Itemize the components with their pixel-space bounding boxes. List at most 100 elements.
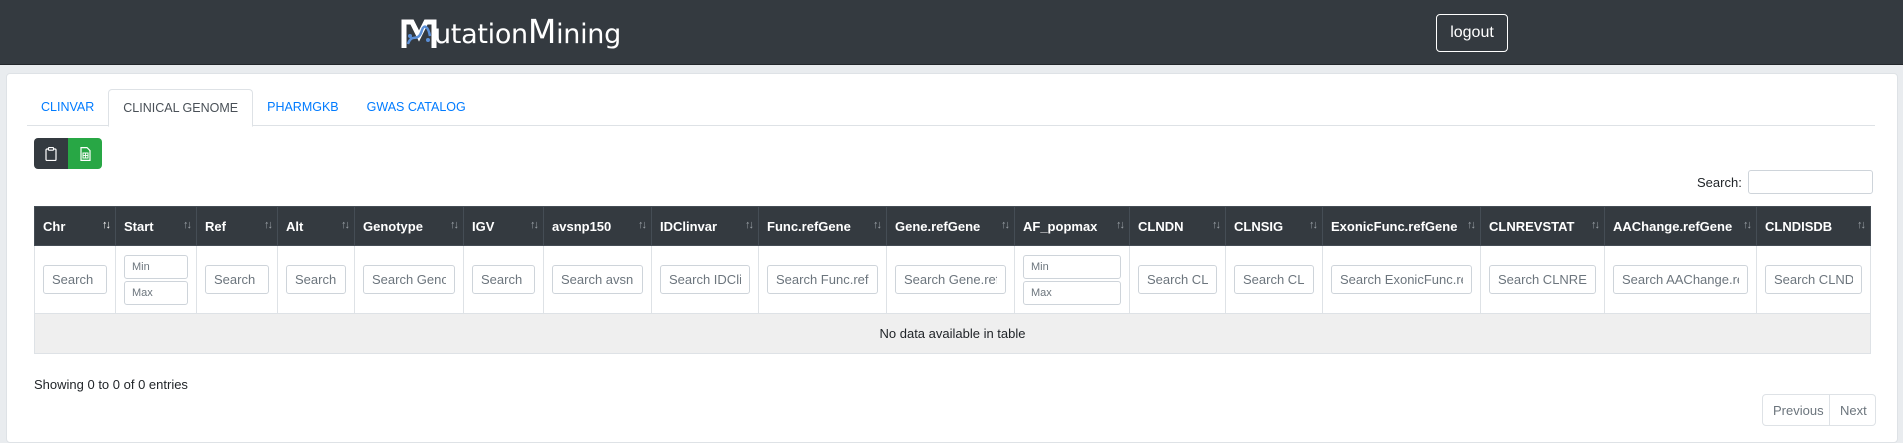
column-header-genotype[interactable]: Genotype ↑↓ [354, 206, 464, 246]
column-label: Ref [205, 218, 226, 234]
column-label: AF_popmax [1023, 218, 1098, 234]
column-label: CLNDN [1138, 218, 1184, 234]
logo-word-2: ining [556, 19, 621, 50]
column-label: AAChange.refGene [1613, 218, 1733, 234]
filter-min-start[interactable] [124, 254, 188, 279]
database-tabs: CLINVAR CLINICAL GENOME PHARMGKB GWAS CA… [27, 89, 1875, 127]
main-card: CLINVAR CLINICAL GENOME PHARMGKB GWAS CA… [6, 73, 1898, 443]
range-filter-start [124, 254, 188, 305]
empty-row: No data available in table [34, 313, 1871, 354]
column-label: ExonicFunc.refGene [1331, 218, 1458, 234]
column-header-avsnp150[interactable]: avsnp150 ↑↓ [543, 206, 652, 246]
filter-input-aachange-refgene[interactable] [1613, 265, 1748, 294]
sort-icon: ↑↓ [1467, 219, 1476, 231]
column-label: CLNDISDB [1765, 218, 1833, 234]
filter-input-func-refgene[interactable] [767, 265, 878, 294]
column-label: IDClinvar [660, 218, 718, 234]
sort-icon: ↑↓ [873, 219, 882, 231]
search-label: Search: [1697, 174, 1742, 190]
sort-icon: ↑↓ [638, 219, 647, 231]
spreadsheet-icon [79, 146, 91, 161]
column-header-gene-refgene[interactable]: Gene.refGene ↑↓ [886, 206, 1015, 246]
column-label: Chr [43, 218, 66, 234]
sort-icon: ↑↓ [1857, 219, 1866, 231]
range-filter-af-popmax [1023, 254, 1121, 305]
column-label: Gene.refGene [895, 218, 981, 234]
column-header-af-popmax[interactable]: AF_popmax ↑↓ [1014, 206, 1130, 246]
sort-icon: ↑↓ [183, 219, 192, 231]
tab-gwas-catalog[interactable]: GWAS CATALOG [353, 89, 480, 126]
sort-icon: ↑↓ [530, 219, 539, 231]
column-header-ref[interactable]: Ref ↑↓ [196, 206, 278, 246]
sort-icon: ↑↓ [264, 219, 273, 231]
logout-button[interactable]: logout [1436, 14, 1508, 52]
filter-input-chr[interactable] [43, 265, 107, 294]
search-input[interactable] [1747, 170, 1873, 194]
global-search: Search: [1697, 170, 1873, 194]
export-button-group [34, 138, 102, 169]
column-header-igv[interactable]: IGV ↑↓ [463, 206, 544, 246]
logo-text: MutationMining [434, 15, 621, 52]
filter-input-igv[interactable] [472, 265, 535, 294]
filter-input-clnsig[interactable] [1234, 265, 1314, 294]
clipboard-icon [45, 146, 57, 161]
filter-min-af-popmax[interactable] [1023, 254, 1121, 279]
column-header-func-refgene[interactable]: Func.refGene ↑↓ [758, 206, 887, 246]
sort-icon: ↑↓ [341, 219, 350, 231]
sort-icon: ↑↓ [1309, 219, 1318, 231]
mutation-mining-logo[interactable]: MutationMining [398, 12, 621, 52]
next-button[interactable]: Next [1830, 394, 1876, 426]
column-header-start[interactable]: Start ↑↓ [115, 206, 197, 246]
column-header-alt[interactable]: Alt ↑↓ [277, 206, 355, 246]
copy-button[interactable] [34, 138, 68, 169]
column-header-aachange-refgene[interactable]: AAChange.refGene ↑↓ [1604, 206, 1757, 246]
filter-input-clndn[interactable] [1138, 265, 1217, 294]
filter-input-gene-refgene[interactable] [895, 265, 1006, 294]
sort-icon: ↑↓ [1743, 219, 1752, 231]
column-header-clndisdb[interactable]: CLNDISDB ↑↓ [1756, 206, 1871, 246]
column-label: Func.refGene [767, 218, 851, 234]
table-info: Showing 0 to 0 of 0 entries [34, 377, 188, 392]
tab-clinical-genome[interactable]: CLINICAL GENOME [108, 89, 254, 127]
filter-row [34, 245, 1871, 314]
column-header-chr[interactable]: Chr ↑↓ [34, 206, 116, 246]
filter-input-exonicfunc-refgene[interactable] [1331, 265, 1472, 294]
column-header-clnrevstat[interactable]: CLNREVSTAT ↑↓ [1480, 206, 1605, 246]
filter-input-clnrevstat[interactable] [1489, 265, 1596, 294]
variants-table: Chr ↑↓ Start ↑↓ Ref ↑↓ Alt ↑↓ Genotype ↑↓ IGV… [34, 206, 1871, 354]
empty-message: No data available in table [34, 313, 1871, 354]
sort-icon: ↑↓ [1116, 219, 1125, 231]
logo-letter-2: M [527, 12, 557, 51]
column-header-idclinvar[interactable]: IDClinvar ↑↓ [651, 206, 759, 246]
logo-word-1: utation [434, 19, 528, 50]
column-label: Alt [286, 218, 304, 234]
filter-input-alt[interactable] [286, 265, 346, 294]
filter-max-start[interactable] [124, 280, 188, 305]
column-label: IGV [472, 218, 495, 234]
top-navbar: MutationMining logout [0, 0, 1903, 65]
tab-pharmgkb[interactable]: PHARMGKB [253, 89, 353, 126]
filter-input-ref[interactable] [205, 265, 269, 294]
excel-export-button[interactable] [68, 138, 102, 169]
filter-input-genotype[interactable] [363, 265, 455, 294]
column-label: avsnp150 [552, 218, 612, 234]
filter-max-af-popmax[interactable] [1023, 280, 1121, 305]
tab-clinvar[interactable]: CLINVAR [27, 89, 108, 126]
filter-input-idclinvar[interactable] [660, 265, 750, 294]
sort-icon: ↑↓ [450, 219, 459, 231]
filter-input-avsnp150[interactable] [552, 265, 643, 294]
column-header-exonicfunc-refgene[interactable]: ExonicFunc.refGene ↑↓ [1322, 206, 1481, 246]
column-label: CLNSIG [1234, 218, 1284, 234]
sort-icon: ↑↓ [102, 219, 111, 231]
column-header-clndn[interactable]: CLNDN ↑↓ [1129, 206, 1226, 246]
filter-input-clndisdb[interactable] [1765, 265, 1862, 294]
header-row: Chr ↑↓ Start ↑↓ Ref ↑↓ Alt ↑↓ Genotype ↑↓ IGV… [34, 206, 1871, 246]
previous-button[interactable]: Previous [1762, 394, 1830, 426]
column-label: Start [124, 218, 154, 234]
column-label: CLNREVSTAT [1489, 218, 1575, 234]
sort-icon: ↑↓ [745, 219, 754, 231]
column-header-clnsig[interactable]: CLNSIG ↑↓ [1225, 206, 1323, 246]
sort-icon: ↑↓ [1591, 219, 1600, 231]
sort-icon: ↑↓ [1001, 219, 1010, 231]
pagination: Previous Next [1762, 394, 1876, 426]
